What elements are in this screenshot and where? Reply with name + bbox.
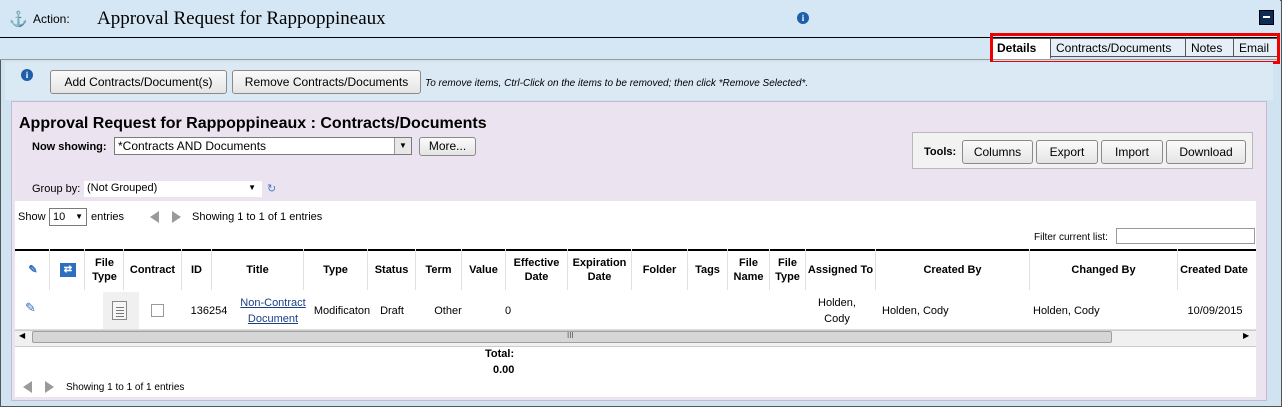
scrollbar-grip: III [567, 331, 574, 340]
column-header-label: Assigned To [807, 263, 874, 276]
refresh-icon[interactable]: ↻ [267, 182, 276, 195]
action-label: Action: [33, 12, 70, 26]
column-header-label: Changed By [1071, 263, 1136, 276]
column-header-label: ID [191, 263, 202, 276]
filter-input[interactable] [1116, 228, 1255, 244]
chevron-down-icon: ▼ [248, 183, 256, 192]
col-swap[interactable]: ⇄ [52, 249, 85, 290]
remove-contracts-button[interactable]: Remove Contracts/Documents [232, 70, 421, 94]
scroll-left-icon[interactable]: ◀ [19, 331, 25, 340]
col-type[interactable]: Type [304, 249, 368, 290]
id-cell: 136254 [190, 304, 228, 317]
more-button[interactable]: More... [419, 137, 476, 156]
column-header-label: Type [323, 263, 348, 276]
next-page-icon[interactable] [45, 381, 54, 393]
document-icon [112, 301, 127, 320]
status-cell: Draft [380, 304, 404, 317]
entries-label: entries [91, 211, 125, 223]
col-expiration-date[interactable]: Expiration Date [568, 249, 632, 290]
col-folder[interactable]: Folder [632, 249, 688, 290]
group-by-value: (Not Grouped) [87, 182, 158, 194]
panel-title: Approval Request for Rappoppineaux : Con… [19, 115, 487, 132]
col-title[interactable]: Title [212, 249, 304, 290]
column-header-label: Term [425, 263, 452, 276]
contract-checkbox[interactable] [151, 304, 164, 317]
created-by-cell: Holden, Cody [882, 304, 949, 317]
group-by-label: Group by: [32, 183, 81, 195]
column-header-label: Title [246, 263, 269, 276]
highlight-box [990, 33, 1280, 64]
page-title: Approval Request for Rappoppineaux [97, 8, 386, 29]
col-value[interactable]: Value [462, 249, 506, 290]
prev-page-icon[interactable] [150, 211, 159, 223]
column-header-label: Folder [642, 263, 677, 276]
total-value: 0.00 [493, 364, 515, 376]
filter-label: Filter current list: [1034, 232, 1108, 243]
download-button[interactable]: Download [1166, 140, 1246, 164]
import-button[interactable]: Import [1101, 140, 1163, 164]
col-assigned-to[interactable]: Assigned To [806, 249, 876, 290]
column-header-label: Expiration Date [572, 256, 627, 283]
changed-by-cell: Holden, Cody [1033, 304, 1100, 317]
prev-page-icon[interactable] [23, 381, 32, 393]
footer-showing-text: Showing 1 to 1 of 1 entries [66, 382, 185, 393]
col-file-name[interactable]: File Name [728, 249, 770, 290]
col-effective-date[interactable]: Effective Date [506, 249, 568, 290]
chevron-down-icon: ▼ [75, 212, 83, 221]
column-header-label: Effective Date [513, 256, 560, 283]
created-date-cell: 10/09/2015 [1187, 304, 1243, 317]
tools-label: Tools: [924, 146, 957, 158]
column-header-label: Created Date [1180, 263, 1248, 276]
export-button[interactable]: Export [1036, 140, 1098, 164]
add-contracts-button[interactable]: Add Contracts/Document(s) [50, 70, 227, 94]
info-icon[interactable]: i [21, 69, 33, 81]
now-showing-select[interactable]: *Contracts AND Documents ▼ [114, 137, 412, 155]
col-status[interactable]: Status [368, 249, 416, 290]
column-header-label: Tags [695, 263, 720, 276]
page-size-select[interactable]: 10 ▼ [49, 208, 87, 226]
column-header-label: Value [469, 263, 498, 276]
title-link[interactable]: Non-Contract Document [234, 295, 312, 327]
column-header-label: File Type [92, 256, 117, 283]
type-cell: Modificaton [313, 304, 371, 317]
column-header-label: File Name [733, 256, 764, 283]
remove-hint: To remove items, Ctrl-Click on the items… [425, 78, 809, 89]
col-term[interactable]: Term [416, 249, 462, 290]
total-label: Total: [485, 348, 515, 360]
col-file-type-2[interactable]: File Type [770, 249, 806, 290]
chevron-down-icon: ▼ [394, 138, 411, 154]
minimize-icon[interactable] [1259, 10, 1274, 25]
value-cell: 0 [504, 304, 512, 317]
now-showing-label: Now showing: [32, 141, 107, 153]
showing-text: Showing 1 to 1 of 1 entries [192, 211, 323, 223]
page-size-value: 10 [53, 211, 66, 223]
title-cell[interactable]: Non-Contract Document [234, 292, 312, 329]
info-icon[interactable]: i [797, 12, 809, 24]
column-header-label: Status [374, 263, 409, 276]
show-label: Show [18, 211, 46, 223]
col-contract[interactable]: Contract [124, 249, 182, 290]
col-created-date[interactable]: Created Date [1178, 249, 1250, 290]
pencil-icon: ✎ [28, 263, 38, 276]
columns-button[interactable]: Columns [962, 140, 1033, 164]
col-id[interactable]: ID [182, 249, 212, 290]
now-showing-value: *Contracts AND Documents [118, 139, 267, 153]
term-cell: Other [434, 304, 462, 317]
col-file-type[interactable]: File Type [86, 249, 124, 290]
col-tags[interactable]: Tags [688, 249, 728, 290]
next-page-icon[interactable] [172, 211, 181, 223]
col-changed-by[interactable]: Changed By [1030, 249, 1178, 290]
anchor-icon: ⚓ [9, 11, 28, 28]
group-by-select[interactable]: (Not Grouped) ▼ [84, 181, 262, 197]
pencil-icon[interactable]: ✎ [25, 300, 36, 316]
col-created-by[interactable]: Created By [876, 249, 1030, 290]
column-header-label: File Type [775, 256, 800, 283]
scroll-right-icon[interactable]: ▶ [1243, 331, 1249, 340]
col-edit[interactable]: ✎ [17, 249, 50, 290]
assigned-to-cell: Holden, Cody [818, 296, 856, 325]
swap-icon: ⇄ [60, 262, 76, 277]
column-header-label: Contract [129, 263, 176, 276]
column-header-label: Created By [923, 263, 982, 276]
